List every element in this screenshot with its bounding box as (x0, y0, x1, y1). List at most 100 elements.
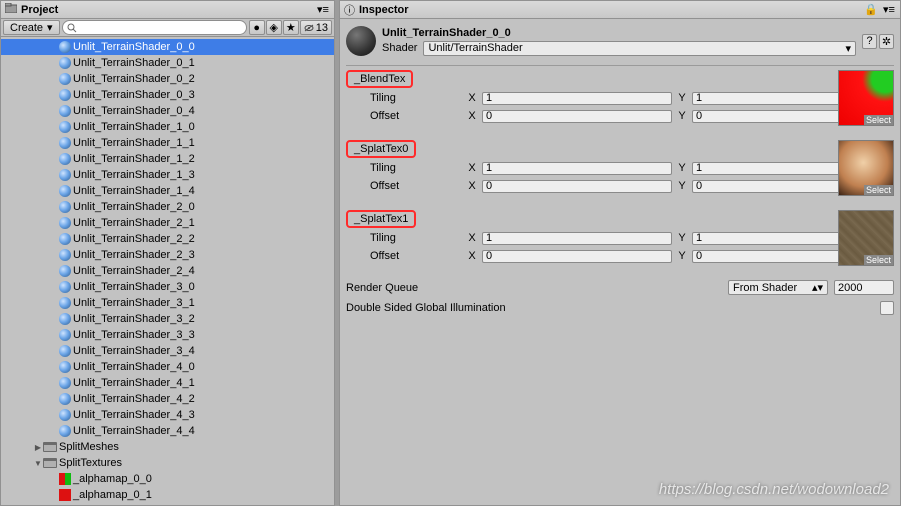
tree-item[interactable]: Unlit_TerrainShader_0_3 (1, 87, 334, 103)
offset-x-field[interactable] (482, 250, 672, 263)
tree-item[interactable]: _alphamap_0_0 (1, 471, 334, 487)
create-button[interactable]: Create ▾ (3, 20, 60, 35)
material-icon (59, 265, 71, 277)
dsgi-checkbox[interactable] (880, 301, 894, 315)
tiling-x-field[interactable] (482, 232, 672, 245)
help-button[interactable]: ? (862, 34, 877, 49)
tree-item[interactable]: Unlit_TerrainShader_2_4 (1, 263, 334, 279)
dsgi-label: Double Sided Global Illumination (346, 302, 506, 314)
texture-select-button[interactable]: Select (864, 185, 893, 195)
tree-item-label: Unlit_TerrainShader_2_1 (73, 217, 195, 229)
tree-item[interactable]: Unlit_TerrainShader_2_0 (1, 199, 334, 215)
tree-item[interactable]: Unlit_TerrainShader_0_0 (1, 39, 334, 55)
project-tree[interactable]: Unlit_TerrainShader_0_0Unlit_TerrainShad… (1, 37, 334, 505)
tree-item[interactable]: Unlit_TerrainShader_1_4 (1, 183, 334, 199)
tree-item[interactable]: Unlit_TerrainShader_3_4 (1, 343, 334, 359)
tree-item[interactable]: Unlit_TerrainShader_3_1 (1, 295, 334, 311)
offset-x-field[interactable] (482, 110, 672, 123)
expand-toggle-icon[interactable]: ▼ (33, 459, 43, 468)
material-header: Unlit_TerrainShader_0_0 Shader Unlit/Ter… (346, 23, 894, 59)
tiling-label: Tiling (346, 92, 466, 104)
offset-row: OffsetXY (346, 248, 894, 264)
tree-item[interactable]: Unlit_TerrainShader_3_2 (1, 311, 334, 327)
expand-toggle-icon[interactable]: ▶ (33, 443, 43, 452)
tree-item-label: Unlit_TerrainShader_1_0 (73, 121, 195, 133)
offset-row: OffsetXY (346, 108, 894, 124)
tree-item-label: Unlit_TerrainShader_4_2 (73, 393, 195, 405)
chevron-down-icon: ▾ (845, 42, 851, 55)
separator (346, 65, 894, 66)
tree-item[interactable]: Unlit_TerrainShader_0_2 (1, 71, 334, 87)
shader-dropdown[interactable]: Unlit/TerrainShader ▾ (423, 41, 856, 56)
material-icon (59, 249, 71, 261)
texture-slot[interactable]: Select (838, 140, 894, 196)
tree-item[interactable]: Unlit_TerrainShader_4_0 (1, 359, 334, 375)
texture-property: _SplatTex0TilingXYOffsetXYSelect (346, 140, 894, 194)
tree-item-label: Unlit_TerrainShader_3_1 (73, 297, 195, 309)
filter-type-icon[interactable]: ◈ (266, 20, 282, 35)
tree-item[interactable]: Unlit_TerrainShader_1_2 (1, 151, 334, 167)
tree-item-label: Unlit_TerrainShader_2_2 (73, 233, 195, 245)
tree-item[interactable]: Unlit_TerrainShader_2_1 (1, 215, 334, 231)
tiling-x-field[interactable] (482, 162, 672, 175)
axis-label-y: Y (676, 162, 688, 174)
inspector-icon: ⓘ (344, 2, 355, 18)
tiling-label: Tiling (346, 162, 466, 174)
tree-item[interactable]: Unlit_TerrainShader_0_4 (1, 103, 334, 119)
tree-item[interactable]: Unlit_TerrainShader_4_4 (1, 423, 334, 439)
material-icon (59, 169, 71, 181)
render-queue-field[interactable] (834, 280, 894, 295)
eye-slash-icon (304, 24, 314, 32)
settings-icon[interactable]: ✲ (879, 34, 894, 49)
material-icon (59, 329, 71, 341)
axis-label-x: X (466, 250, 478, 262)
tree-item-label: Unlit_TerrainShader_2_4 (73, 265, 195, 277)
texture-select-button[interactable]: Select (864, 115, 893, 125)
search-input[interactable] (62, 20, 247, 35)
tiling-row: TilingXY (346, 230, 894, 246)
dsgi-row: Double Sided Global Illumination (346, 301, 894, 315)
panel-menu-icon[interactable]: ▾≡ (882, 3, 896, 16)
render-queue-dropdown[interactable]: From Shader ▴▾ (728, 280, 828, 295)
property-name: _SplatTex1 (346, 210, 416, 228)
filter-label-icon[interactable]: ★ (283, 20, 299, 35)
material-icon (59, 57, 71, 69)
search-field[interactable] (79, 22, 242, 34)
tree-item[interactable]: Unlit_TerrainShader_2_2 (1, 231, 334, 247)
texture-icon (59, 473, 71, 485)
tree-item[interactable]: Unlit_TerrainShader_0_1 (1, 55, 334, 71)
tree-item[interactable]: Unlit_TerrainShader_4_3 (1, 407, 334, 423)
tree-item[interactable]: Unlit_TerrainShader_3_3 (1, 327, 334, 343)
tree-item[interactable]: Unlit_TerrainShader_3_0 (1, 279, 334, 295)
tiling-x-field[interactable] (482, 92, 672, 105)
tree-item[interactable]: Unlit_TerrainShader_4_1 (1, 375, 334, 391)
panel-menu-icon[interactable]: ▾≡ (316, 3, 330, 16)
tree-item[interactable]: ▶ SplitMeshes (1, 439, 334, 455)
hidden-count-button[interactable]: 13 (300, 20, 332, 35)
texture-select-button[interactable]: Select (864, 255, 893, 265)
tree-item[interactable]: ▼SplitTextures (1, 455, 334, 471)
tree-item[interactable]: Unlit_TerrainShader_1_0 (1, 119, 334, 135)
project-header: Project ▾≡ (1, 1, 334, 19)
tree-item[interactable]: _alphamap_0_1 (1, 487, 334, 503)
tree-item[interactable]: Unlit_TerrainShader_2_3 (1, 247, 334, 263)
material-icon (59, 361, 71, 373)
tree-item[interactable]: Unlit_TerrainShader_1_1 (1, 135, 334, 151)
axis-label-x: X (466, 162, 478, 174)
tree-item-label: Unlit_TerrainShader_1_1 (73, 137, 195, 149)
texture-slot[interactable]: Select (838, 210, 894, 266)
axis-label-y: Y (676, 92, 688, 104)
tree-item-label: SplitMeshes (59, 441, 119, 453)
tree-item-label: Unlit_TerrainShader_3_0 (73, 281, 195, 293)
lock-icon[interactable]: 🔒 (864, 3, 878, 16)
material-icon (59, 393, 71, 405)
tree-item[interactable]: Unlit_TerrainShader_1_3 (1, 167, 334, 183)
material-icon (59, 89, 71, 101)
texture-slot[interactable]: Select (838, 70, 894, 126)
tree-item-label: Unlit_TerrainShader_4_4 (73, 425, 195, 437)
tiling-label: Tiling (346, 232, 466, 244)
filter-favorites-icon[interactable]: ● (249, 20, 265, 35)
tree-item[interactable]: Unlit_TerrainShader_4_2 (1, 391, 334, 407)
offset-x-field[interactable] (482, 180, 672, 193)
tree-item-label: Unlit_TerrainShader_2_3 (73, 249, 195, 261)
